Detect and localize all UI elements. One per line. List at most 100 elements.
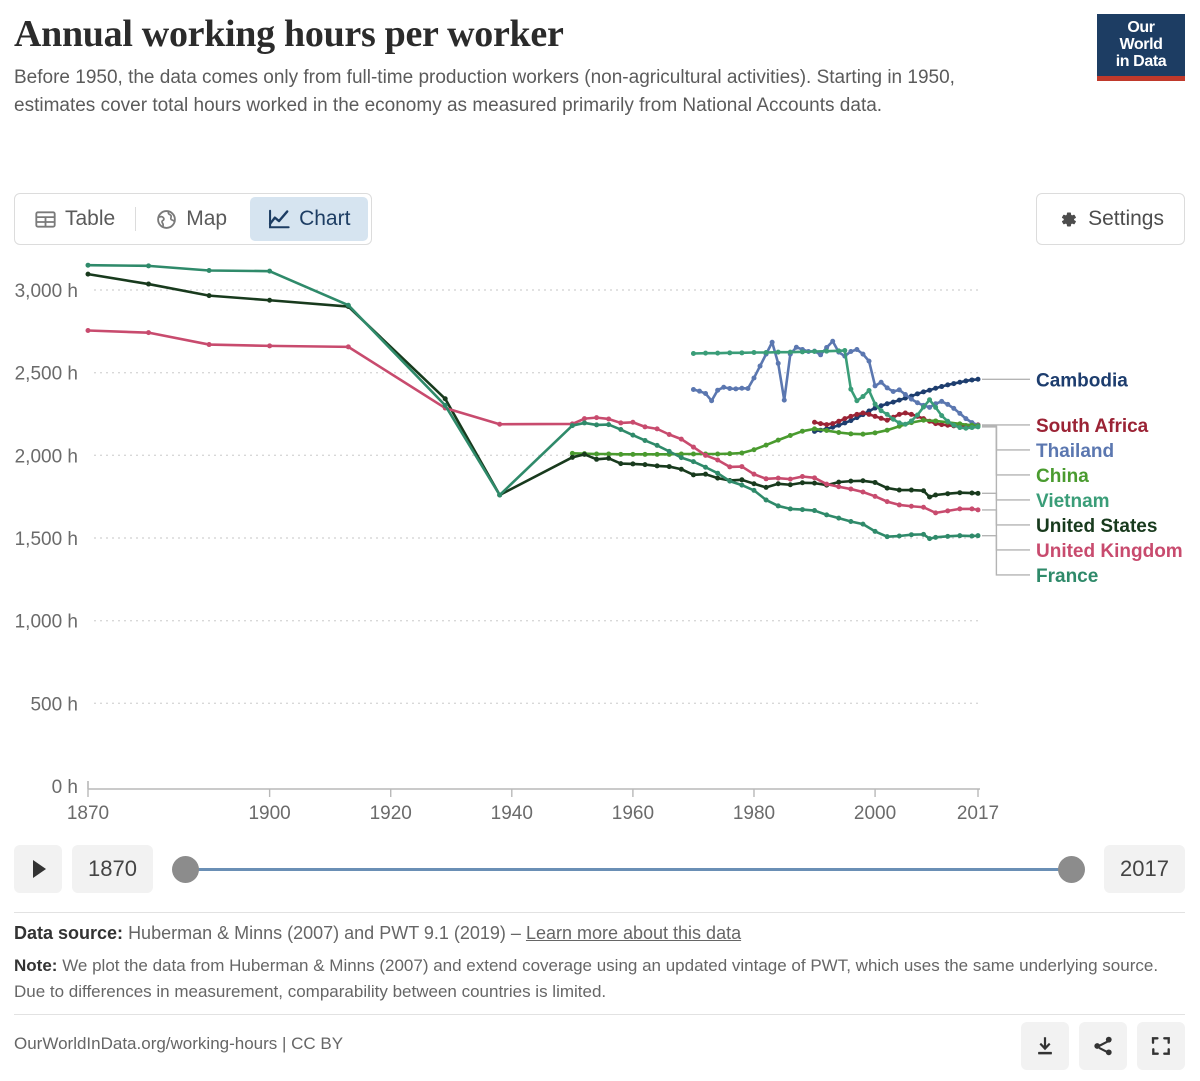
data-point [739, 477, 745, 483]
data-point [85, 271, 91, 277]
data-point [690, 444, 696, 450]
data-point [345, 344, 351, 350]
data-point [569, 423, 575, 429]
bottom-divider [14, 1014, 1185, 1015]
data-point [739, 450, 745, 456]
owid-chart-page: Annual working hours per worker Before 1… [0, 0, 1200, 1081]
timeline-end-year[interactable]: 2017 [1104, 845, 1185, 893]
data-point [812, 480, 818, 486]
data-point [594, 415, 600, 421]
data-point [715, 457, 721, 463]
globe-icon [156, 209, 177, 230]
data-point [727, 350, 733, 356]
data-point [842, 348, 848, 354]
y-axis-tick-label: 3,000 h [15, 281, 78, 302]
download-button[interactable] [1021, 1022, 1069, 1070]
data-point [618, 427, 624, 433]
legend-label-south-africa[interactable]: South Africa [1036, 416, 1149, 437]
data-point [799, 480, 805, 486]
data-point [848, 386, 854, 392]
data-point [690, 350, 696, 356]
data-point [642, 437, 648, 443]
legend-leader-line [982, 534, 1030, 576]
series-france[interactable] [85, 262, 981, 542]
data-point [146, 330, 152, 336]
data-point [799, 349, 805, 355]
data-point [969, 506, 975, 512]
y-axis-tick-label: 0 h [52, 777, 78, 798]
y-axis-tick-label: 1,500 h [15, 529, 78, 550]
data-point [690, 459, 696, 465]
tab-chart[interactable]: Chart [250, 197, 369, 241]
data-point [921, 488, 927, 494]
series-united-states[interactable] [85, 271, 981, 500]
data-point [957, 410, 963, 416]
slider-handle-start[interactable] [171, 856, 199, 883]
page-title: Annual working hours per worker [14, 13, 564, 55]
data-point [824, 348, 830, 354]
slider-handle-end[interactable] [1058, 856, 1086, 883]
data-point [678, 466, 684, 472]
x-axis-tick-label: 1900 [248, 803, 290, 824]
data-point [860, 521, 866, 527]
data-point [818, 352, 824, 358]
learn-more-link[interactable]: Learn more about this data [526, 923, 741, 943]
chart-subtitle: Before 1950, the data comes only from fu… [14, 66, 955, 116]
data-point [594, 422, 600, 428]
data-point [933, 534, 939, 540]
chart-plot-area[interactable]: 0 h 500 h 1,000 h 1,500 h 2,000 h 2,500 h 3,00… [0, 258, 1200, 828]
data-point [703, 452, 709, 458]
data-point [751, 481, 757, 487]
legend-label-france[interactable]: France [1036, 566, 1098, 587]
fullscreen-button[interactable] [1137, 1022, 1185, 1070]
legend-label-vietnam[interactable]: Vietnam [1036, 491, 1110, 512]
data-point [860, 410, 866, 416]
note-text: We plot the data from Huberman & Minns (… [14, 956, 1159, 1001]
legend-leader-line [982, 426, 1030, 501]
share-button[interactable] [1079, 1022, 1127, 1070]
footer-divider [14, 912, 1185, 913]
play-button[interactable] [14, 845, 62, 893]
legend-label-united-states[interactable]: United States [1036, 516, 1157, 537]
legend-label-thailand[interactable]: Thailand [1036, 441, 1114, 462]
line-chart[interactable]: 0 h 500 h 1,000 h 1,500 h 2,000 h 2,500 h 3,00… [0, 258, 1200, 828]
legend-label-united-kingdom[interactable]: United Kingdom [1036, 541, 1183, 562]
legend-label-cambodia[interactable]: Cambodia [1036, 370, 1128, 391]
timeline-slider[interactable] [169, 845, 1088, 893]
data-point [848, 431, 854, 437]
data-point [696, 388, 702, 394]
data-point [921, 531, 927, 537]
tab-table[interactable]: Table [15, 194, 135, 244]
data-point [866, 358, 872, 364]
data-point [975, 490, 981, 496]
settings-button[interactable]: Settings [1036, 193, 1185, 245]
tab-map[interactable]: Map [136, 194, 247, 244]
data-point [902, 410, 908, 416]
y-axis-tick-label: 1,000 h [15, 612, 78, 633]
tab-chart-label: Chart [299, 207, 351, 230]
data-point [775, 475, 781, 481]
data-point [836, 484, 842, 490]
data-point [969, 533, 975, 539]
data-point [715, 470, 721, 476]
data-point [884, 427, 890, 433]
data-point [775, 503, 781, 509]
data-point [206, 267, 212, 273]
data-point [908, 418, 914, 424]
data-point [872, 413, 878, 419]
data-point [963, 378, 969, 384]
x-axis-tick-label: 2017 [957, 803, 999, 824]
note-prefix: Note: [14, 956, 58, 976]
owid-logo[interactable]: Our World in Data [1097, 14, 1185, 81]
data-point [690, 472, 696, 478]
data-point [927, 536, 933, 542]
data-point [812, 426, 818, 432]
data-point [618, 461, 624, 467]
data-point [703, 390, 709, 396]
y-axis-tick-label: 2,500 h [15, 364, 78, 385]
legend-label-china[interactable]: China [1036, 466, 1089, 487]
slider-track[interactable] [186, 868, 1071, 871]
timeline-start-year[interactable]: 1870 [72, 845, 153, 893]
data-point [594, 456, 600, 462]
timeline-control: 1870 2017 [14, 845, 1185, 893]
